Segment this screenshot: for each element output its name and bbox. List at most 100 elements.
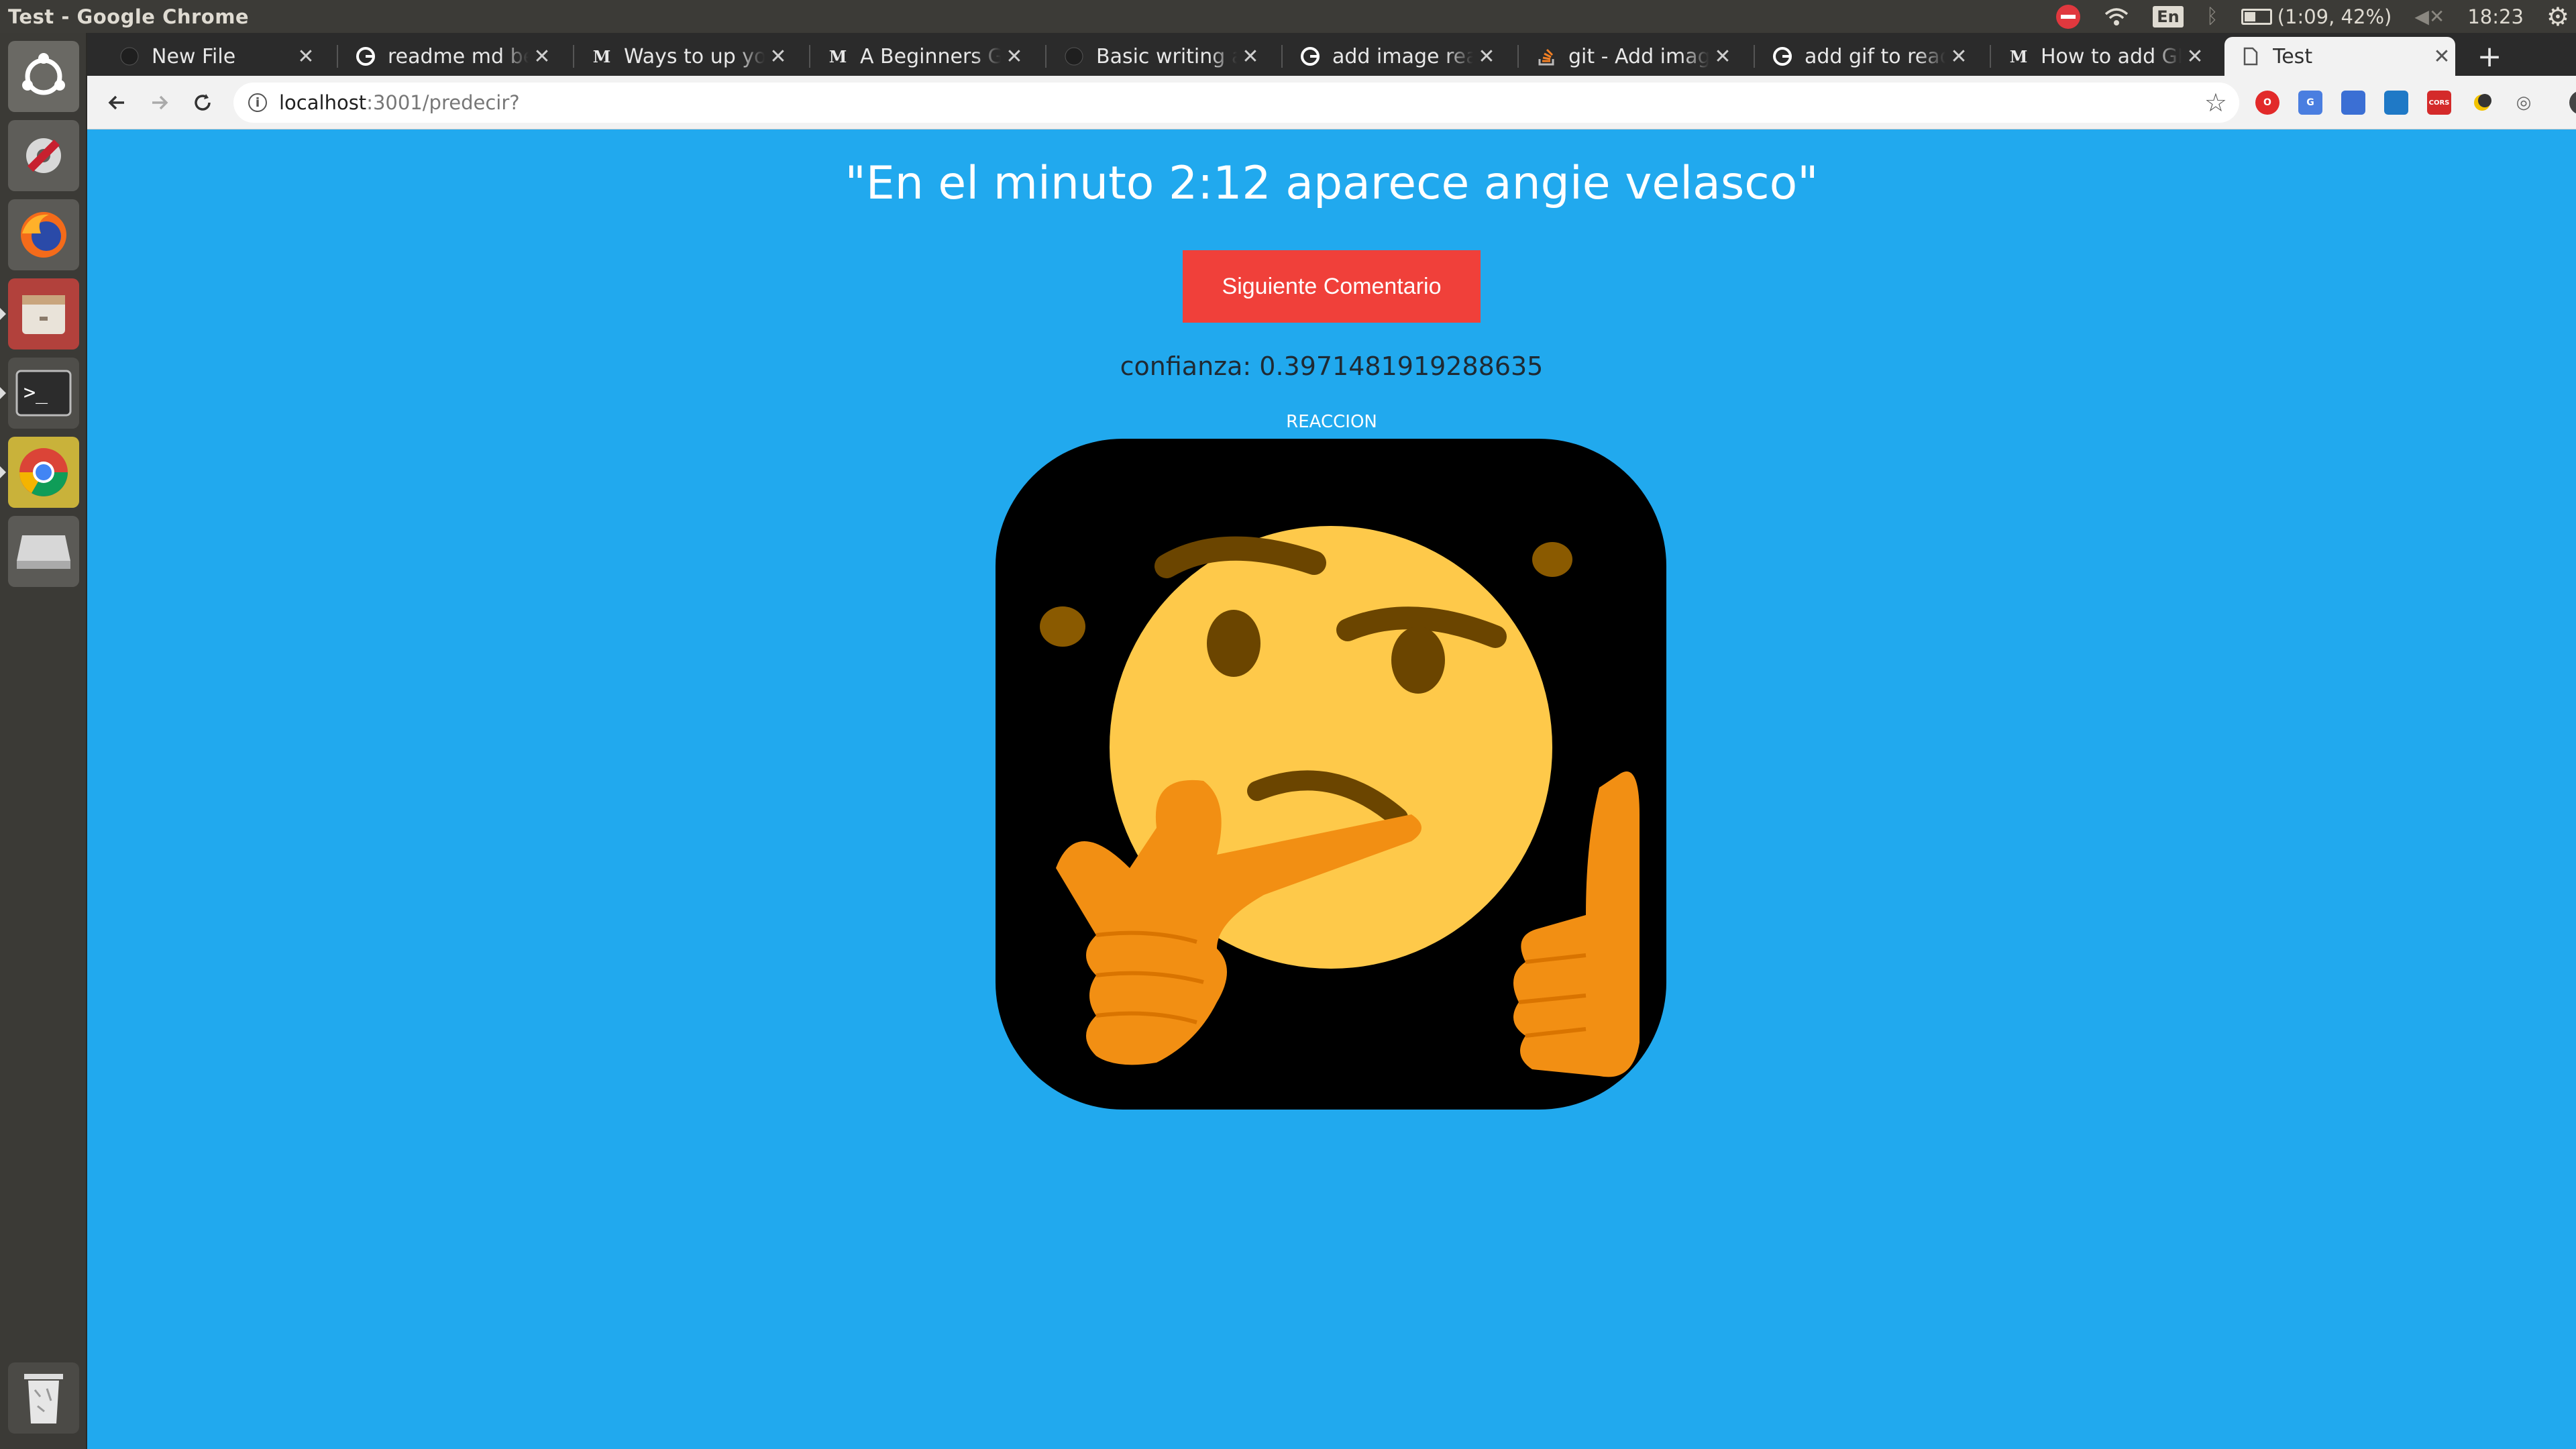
files-icon[interactable]: [8, 278, 79, 350]
translate-icon[interactable]: G: [2298, 91, 2322, 115]
tab-title: Ways to up your: [624, 44, 765, 68]
launcher-running-indicator: [0, 466, 6, 478]
tab-git-add-images[interactable]: git - Add images ✕: [1520, 37, 1736, 76]
comment-text: "En el minuto 2:12 aparece angie velasco…: [845, 157, 1819, 210]
google-icon: [1772, 46, 1792, 66]
trello-icon[interactable]: [2384, 91, 2408, 115]
calendar-icon[interactable]: [2341, 91, 2365, 115]
close-icon[interactable]: ✕: [1237, 45, 1264, 68]
confidence-value: confianza: 0.3971481919288635: [1120, 352, 1544, 381]
launcher-running-indicator: [0, 387, 6, 399]
google-icon: [1300, 46, 1320, 66]
reaction-label: REACCION: [1286, 412, 1377, 432]
close-icon[interactable]: ✕: [2182, 45, 2208, 68]
url-path: :3001/predecir?: [366, 91, 520, 114]
medium-icon: M: [2009, 46, 2028, 66]
tab-title: Test: [2273, 44, 2313, 68]
tab-title: readme md beautiful: [388, 44, 529, 68]
arrow-left-icon: [108, 95, 124, 110]
system-tray: En ᛒ (1:09, 42%) ◀✕ 18:23 ⚙: [2056, 0, 2576, 33]
chrome-icon[interactable]: [8, 437, 79, 508]
mask-icon[interactable]: ◎: [2512, 91, 2536, 115]
bluetooth-icon[interactable]: ᛒ: [2206, 5, 2218, 28]
tab-title: Basic writing and: [1096, 44, 1237, 68]
volume-muted-icon[interactable]: ◀✕: [2414, 5, 2445, 28]
firefox-icon[interactable]: [8, 199, 79, 270]
ubuntu-dash-icon[interactable]: [8, 41, 79, 112]
trash-icon[interactable]: [8, 1362, 79, 1434]
keyboard-layout-indicator[interactable]: En: [2153, 5, 2184, 28]
medium-icon: M: [592, 46, 611, 66]
tab-readme-md-beautiful[interactable]: readme md beautiful ✕: [339, 37, 555, 76]
close-icon[interactable]: ✕: [2428, 45, 2455, 68]
arrow-right-icon: [152, 95, 168, 110]
browser-toolbar: i localhost:3001/predecir? ☆ O G CORS ◎ …: [87, 76, 2576, 129]
stackoverflow-icon: [1536, 46, 1556, 66]
top-panel: Test - Google Chrome En ᛒ (1:09, 42%) ◀✕…: [0, 0, 2576, 33]
github-icon: [1064, 46, 1084, 66]
page-content: "En el minuto 2:12 aparece angie velasco…: [87, 130, 2576, 1449]
medium-icon: M: [828, 46, 847, 66]
close-icon[interactable]: ✕: [1473, 45, 1500, 68]
battery-indicator[interactable]: (1:09, 42%): [2241, 5, 2392, 28]
address-bar[interactable]: i localhost:3001/predecir? ☆: [233, 83, 2239, 123]
keyboard-layout-label: En: [2153, 5, 2184, 28]
tab-a-beginners-guide[interactable]: M A Beginners Guide ✕: [812, 37, 1028, 76]
tab-how-to-add-gifs[interactable]: M How to add GIFs ✕: [1992, 37, 2208, 76]
tab-basic-writing[interactable]: Basic writing and ✕: [1048, 37, 1264, 76]
system-settings-icon[interactable]: [8, 120, 79, 191]
tab-add-gif-to-readme[interactable]: add gif to readme ✕: [1756, 37, 1972, 76]
tab-ways-to-up-your[interactable]: M Ways to up your ✕: [576, 37, 792, 76]
tab-separator: [337, 45, 338, 68]
tab-separator: [1990, 45, 1991, 68]
reload-button[interactable]: [184, 84, 221, 121]
close-icon[interactable]: ✕: [1709, 45, 1736, 68]
tab-strip: New File ✕ readme md beautiful ✕ M Ways …: [87, 33, 2576, 76]
clock[interactable]: 18:23: [2467, 5, 2524, 28]
tab-test[interactable]: Test ✕: [2224, 37, 2455, 76]
close-icon[interactable]: ✕: [1945, 45, 1972, 68]
battery-label: (1:09, 42%): [2277, 5, 2392, 28]
moon-icon[interactable]: [2470, 91, 2494, 115]
tab-new-file[interactable]: New File ✕: [103, 37, 319, 76]
tab-separator: [1517, 45, 1519, 68]
reload-icon: [195, 94, 211, 111]
svg-text:>_: >_: [23, 381, 48, 405]
github-icon: [119, 46, 140, 66]
close-icon[interactable]: ✕: [529, 45, 555, 68]
tab-title: A Beginners Guide: [860, 44, 1001, 68]
window-title: Test - Google Chrome: [8, 5, 250, 28]
close-icon[interactable]: ✕: [765, 45, 792, 68]
tab-separator: [573, 45, 574, 68]
terminal-icon[interactable]: >_: [8, 358, 79, 429]
no-entry-icon[interactable]: [2056, 4, 2081, 29]
close-icon[interactable]: ✕: [1001, 45, 1028, 68]
bookmark-star-icon[interactable]: ☆: [2204, 88, 2227, 117]
tab-separator: [1045, 45, 1046, 68]
tab-separator: [1754, 45, 1755, 68]
tab-title: New File: [152, 44, 236, 68]
session-gear-icon[interactable]: ⚙: [2546, 2, 2569, 32]
wifi-icon[interactable]: [2103, 6, 2130, 28]
forward-button[interactable]: [141, 84, 178, 121]
launcher: >_: [0, 33, 87, 1449]
tab-title: add gif to readme: [1805, 44, 1945, 68]
new-tab-button[interactable]: +: [2470, 37, 2509, 76]
tab-title: git - Add images: [1568, 44, 1709, 68]
next-comment-button[interactable]: Siguiente Comentario: [1183, 250, 1481, 323]
cors-icon[interactable]: CORS: [2427, 91, 2451, 115]
close-icon[interactable]: ✕: [292, 45, 319, 68]
google-icon: [356, 46, 376, 66]
battery-icon: [2241, 8, 2272, 25]
tab-title: add image readme: [1332, 44, 1473, 68]
tab-title: How to add GIFs: [2041, 44, 2182, 68]
opera-icon[interactable]: O: [2255, 91, 2279, 115]
tab-add-image-readme[interactable]: add image readme ✕: [1284, 37, 1500, 76]
info-icon[interactable]: i: [248, 93, 267, 112]
page-icon: [2241, 46, 2261, 66]
tab-separator: [1281, 45, 1283, 68]
disk-icon[interactable]: [8, 516, 79, 587]
back-button[interactable]: [98, 84, 136, 121]
profile-icon[interactable]: [2569, 91, 2576, 115]
thinking-face-icon: [996, 439, 1666, 1110]
